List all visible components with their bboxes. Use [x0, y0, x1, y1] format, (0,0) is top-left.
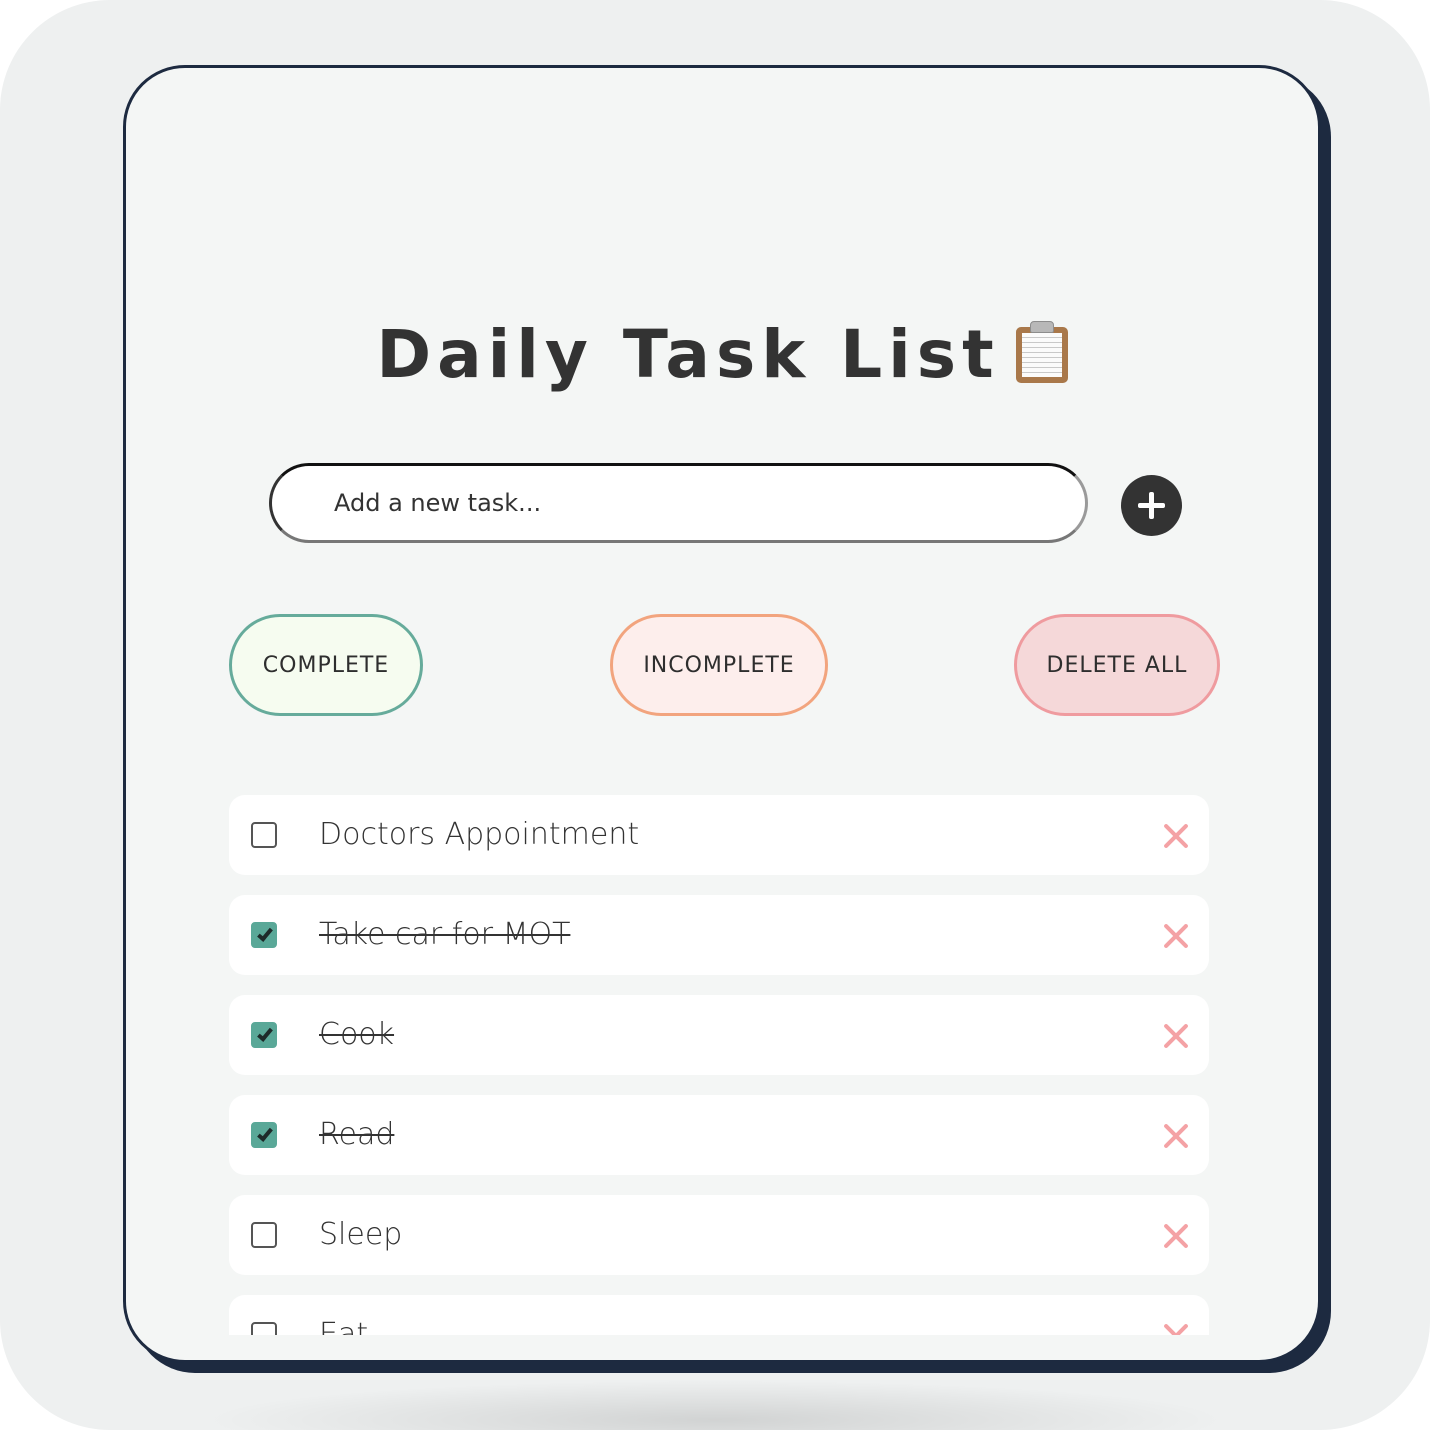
delete-task-icon[interactable]	[1163, 1123, 1189, 1149]
floor-shadow	[200, 1380, 1230, 1430]
task-list: Doctors Appointment Take car for MOT Coo…	[229, 795, 1209, 1335]
task-item: Doctors Appointment	[229, 795, 1209, 875]
task-text: Read	[319, 1117, 395, 1152]
incomplete-filter-button[interactable]: INCOMPLETE	[610, 614, 828, 716]
app-card: Daily Task List COMPLETE INCOMPLETE DELE…	[123, 65, 1321, 1363]
task-checkbox[interactable]	[251, 922, 277, 948]
check-icon	[257, 925, 273, 942]
task-item: Cook	[229, 995, 1209, 1075]
delete-all-button[interactable]: DELETE ALL	[1014, 614, 1220, 716]
task-item: Sleep	[229, 1195, 1209, 1275]
check-icon	[257, 1025, 273, 1042]
delete-task-icon[interactable]	[1163, 1223, 1189, 1249]
task-checkbox[interactable]	[251, 1222, 277, 1248]
screen-background: Daily Task List COMPLETE INCOMPLETE DELE…	[0, 0, 1430, 1430]
task-checkbox[interactable]	[251, 1322, 277, 1335]
delete-task-icon[interactable]	[1163, 823, 1189, 849]
page-title-text: Daily Task List	[376, 316, 1000, 393]
delete-task-icon[interactable]	[1163, 1023, 1189, 1049]
task-text: Sleep	[319, 1217, 403, 1252]
complete-filter-button[interactable]: COMPLETE	[229, 614, 423, 716]
check-icon	[257, 1125, 273, 1142]
task-text: Eat	[319, 1317, 369, 1335]
task-text: Take car for MOT	[319, 917, 571, 952]
task-item: Take car for MOT	[229, 895, 1209, 975]
new-task-input[interactable]	[269, 463, 1088, 543]
clipboard-icon	[1015, 321, 1068, 383]
add-task-button[interactable]	[1121, 475, 1182, 536]
task-text: Cook	[319, 1017, 395, 1052]
task-text: Doctors Appointment	[319, 817, 640, 852]
delete-task-icon[interactable]	[1163, 1323, 1189, 1335]
task-checkbox[interactable]	[251, 1022, 277, 1048]
task-item: Eat	[229, 1295, 1209, 1335]
task-checkbox[interactable]	[251, 1122, 277, 1148]
page-title: Daily Task List	[126, 316, 1318, 393]
task-checkbox[interactable]	[251, 822, 277, 848]
delete-task-icon[interactable]	[1163, 923, 1189, 949]
task-item: Read	[229, 1095, 1209, 1175]
